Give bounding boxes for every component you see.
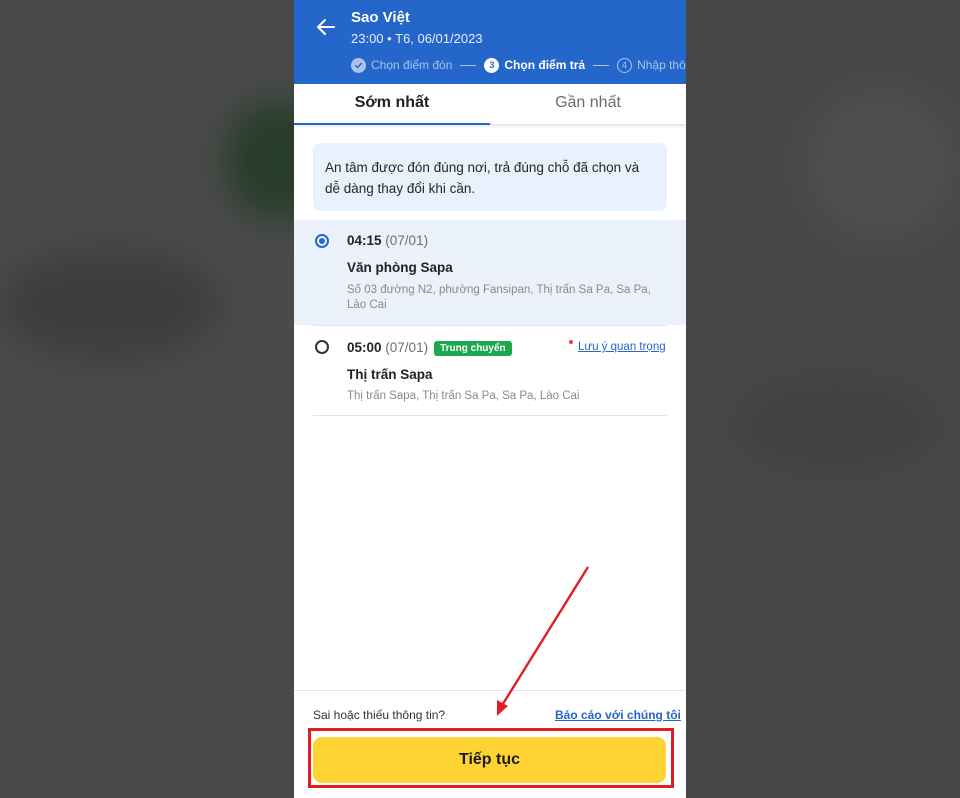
radio-selected[interactable] <box>315 234 329 248</box>
step-pickup[interactable]: Chọn điểm đón <box>351 57 453 73</box>
step-info[interactable]: 4 Nhập thôn <box>617 57 686 73</box>
active-tab-indicator <box>294 123 490 125</box>
sort-tabs: Sớm nhất Gần nhất <box>294 84 686 125</box>
alert-dot-icon <box>569 340 573 344</box>
dropoff-address: Thị trấn Sapa, Thị trấn Sa Pa, Sa Pa, Là… <box>347 390 580 402</box>
progress-steps: Chọn điểm đón 3 Chọn điểm trả 4 Nhập thô… <box>351 56 686 74</box>
tab-nearest[interactable]: Gần nhất <box>490 84 686 124</box>
background-right <box>686 0 960 798</box>
app-header: Sao Việt 23:00 • T6, 06/01/2023 Chọn điể… <box>294 0 686 84</box>
tab-earliest[interactable]: Sớm nhất <box>294 84 490 124</box>
trip-datetime: 23:00 • T6, 06/01/2023 <box>351 31 483 46</box>
shuttle-badge: Trung chuyển <box>434 341 512 356</box>
background-blob <box>736 380 936 470</box>
dropoff-time: 05:00 (07/01) Trung chuyển <box>347 340 512 356</box>
operator-name: Sao Việt <box>351 9 410 26</box>
footer-divider <box>294 690 686 691</box>
annotation-highlight-box <box>308 728 674 788</box>
dropoff-date: (07/01) <box>385 233 429 248</box>
step-separator <box>593 64 610 66</box>
step-dropoff[interactable]: 3 Chọn điểm trả <box>484 57 586 73</box>
background-blob <box>806 90 956 240</box>
step-number: 3 <box>484 57 500 73</box>
important-note-link[interactable]: Lưu ý quan trọng <box>578 341 666 353</box>
step-number: 4 <box>617 57 633 73</box>
dropoff-option[interactable]: 05:00 (07/01) Trung chuyển Lưu ý quan trọ… <box>294 326 686 415</box>
radio-unselected[interactable] <box>315 340 329 354</box>
dropoff-address: Số 03 đường N2, phường Fansipan, Thị trấ… <box>347 284 651 311</box>
check-icon <box>351 57 366 73</box>
phone-screen: Sao Việt 23:00 • T6, 06/01/2023 Chọn điể… <box>294 0 686 798</box>
step-label: Nhập thôn <box>637 58 686 72</box>
report-question: Sai hoặc thiếu thông tin? <box>313 708 446 722</box>
background-left <box>0 0 335 798</box>
step-separator <box>460 64 477 66</box>
step-label: Chọn điểm đón <box>371 58 453 72</box>
dropoff-name: Thị trấn Sapa <box>347 367 433 382</box>
dropoff-time: 04:15 (07/01) <box>347 233 429 248</box>
background-blob <box>0 250 220 360</box>
dropoff-name: Văn phòng Sapa <box>347 260 453 275</box>
info-notice: An tâm được đón đúng nơi, trả đúng chỗ đ… <box>313 143 667 211</box>
dropoff-date: (07/01) <box>385 340 429 355</box>
report-link[interactable]: Báo cáo với chúng tôi <box>555 708 681 722</box>
back-arrow-icon[interactable] <box>314 15 338 39</box>
divider <box>313 415 667 416</box>
step-label: Chọn điểm trả <box>504 58 586 72</box>
dropoff-option[interactable]: 04:15 (07/01) Văn phòng Sapa Số 03 đường… <box>294 220 686 325</box>
